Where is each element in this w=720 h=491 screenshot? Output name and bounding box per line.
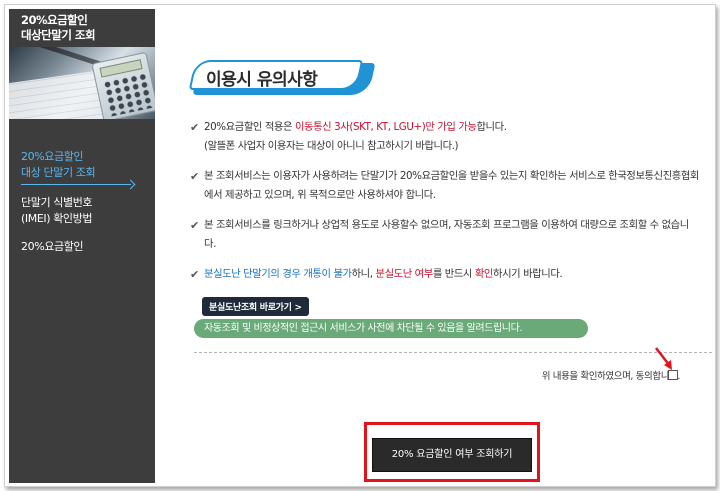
- notice-emphasis: 분실도난 단말기의 경우 개통이 불가: [204, 268, 352, 280]
- calculator-icon: [91, 51, 155, 119]
- checkmark-icon: ✔: [190, 268, 199, 281]
- sidebar-item-label: 20%요금할인: [21, 240, 84, 253]
- sidebar-title-line2: 대상단말기 조회: [21, 28, 96, 42]
- divider: [194, 352, 712, 353]
- sidebar-item-label: 대상 단말기 조회: [21, 166, 96, 179]
- sidebar-item-label: (IMEI) 확인방법: [21, 212, 93, 225]
- checkmark-icon: ✔: [190, 170, 199, 183]
- warning-banner: 자동조회 및 비정상적인 접근시 서비스가 사전에 차단될 수 있음을 알려드립…: [194, 319, 588, 338]
- sidebar: 20%요금할인 대상단말기 조회 20%요금할인 대상 단말기 조회 단말기 식…: [9, 9, 155, 483]
- sidebar-title-line1: 20%요금할인: [21, 13, 88, 27]
- checkmark-icon: ✔: [190, 219, 199, 232]
- page-title: 이용시 유의사항: [206, 70, 318, 90]
- agree-label: 위 내용을 확인하였으며, 동의합니다.: [541, 371, 681, 382]
- notice-text: 를 반드시: [432, 268, 475, 280]
- notice-text: 하니,: [351, 268, 376, 280]
- sidebar-item-discount[interactable]: 20%요금할인: [21, 239, 151, 255]
- checkmark-icon: ✔: [190, 121, 199, 134]
- notice-emphasis: 이동통신 3사(SKT, KT, LGU+)만 가입 가능: [294, 121, 477, 133]
- sidebar-item-label: 단말기 식별번호: [21, 196, 93, 209]
- notice-emphasis: 확인: [474, 268, 494, 280]
- notice-item: ✔ 본 조회서비스는 이용자가 사용하려는 단말기가 20%요금할인을 받을수 …: [190, 167, 700, 205]
- notice-text: 합니다.: [476, 121, 507, 133]
- notice-emphasis: 분실도난 여부: [375, 268, 434, 280]
- notice-item: ✔ 분실도난 단말기의 경우 개통이 불가하니, 분실도난 여부를 반드시 확인…: [190, 265, 700, 284]
- notice-text: 20%요금할인 적용은: [204, 121, 295, 133]
- page-title-ribbon: 이용시 유의사항: [188, 60, 377, 96]
- agree-checkbox[interactable]: [668, 370, 678, 380]
- lost-device-lookup-button[interactable]: 분실도난조회 바로가기 >: [202, 297, 309, 316]
- notice-text: 본 조회서비스는 이용자가 사용하려는 단말기가 20%요금할인을 받을수 있는…: [204, 170, 699, 201]
- notice-note: (알뜰폰 사업자 이용자는 대상이 아니니 참고하시기 바랍니다.): [204, 140, 459, 152]
- notice-text: 본 조회서비스를 링크하거나 상업적 용도로 사용할수 없으며, 자동조회 프로…: [204, 219, 689, 250]
- notice-text: 하시기 바랍니다.: [493, 268, 563, 280]
- sidebar-item-label: 20%요금할인: [21, 150, 84, 163]
- sidebar-item-imei-guide[interactable]: 단말기 식별번호 (IMEI) 확인방법: [21, 195, 151, 227]
- sidebar-menu: 20%요금할인 대상 단말기 조회 단말기 식별번호 (IMEI) 확인방법 2…: [21, 149, 151, 267]
- notice-item: ✔ 본 조회서비스를 링크하거나 상업적 용도로 사용할수 없으며, 자동조회 …: [190, 216, 700, 254]
- calculator-banner-image: [9, 47, 155, 119]
- sidebar-title: 20%요금할인 대상단말기 조회: [21, 13, 151, 43]
- discount-lookup-button[interactable]: 20% 요금할인 여부 조회하기: [372, 438, 532, 472]
- notice-list: ✔ 20%요금할인 적용은 이동통신 3사(SKT, KT, LGU+)만 가입…: [190, 118, 700, 316]
- notice-item: ✔ 20%요금할인 적용은 이동통신 3사(SKT, KT, LGU+)만 가입…: [190, 118, 700, 156]
- sidebar-item-device-lookup[interactable]: 20%요금할인 대상 단말기 조회: [21, 149, 151, 185]
